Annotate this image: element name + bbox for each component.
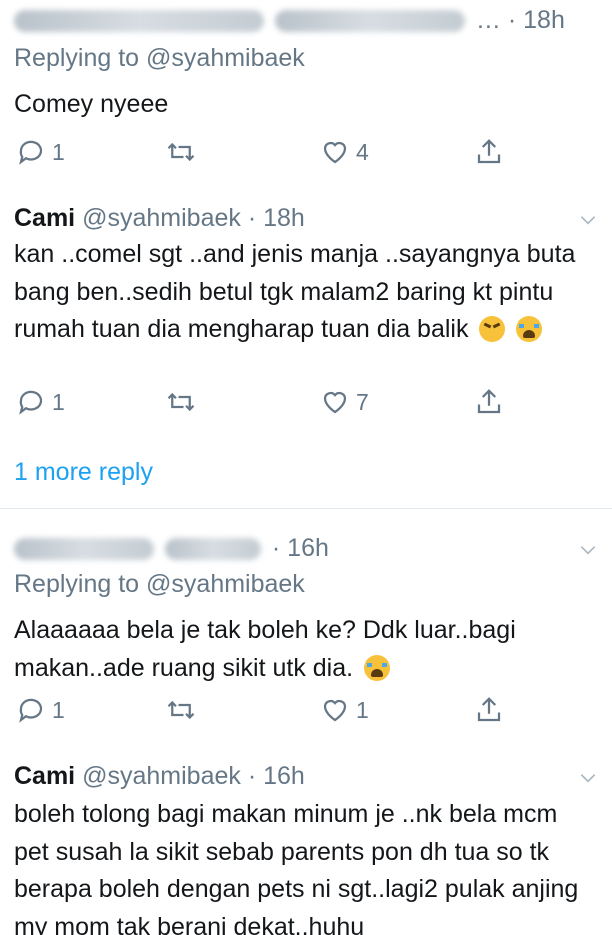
tweet-header: · 16h	[14, 534, 329, 563]
author-name[interactable]: Cami	[14, 762, 75, 790]
replying-to-handle[interactable]: @syahmibaek	[146, 44, 305, 72]
like-count: 7	[356, 388, 369, 415]
share-icon	[477, 139, 501, 164]
tweet-header: … · 18h	[14, 6, 565, 35]
heart-icon	[323, 141, 347, 164]
like-count: 1	[356, 696, 369, 723]
like-count: 4	[356, 138, 369, 165]
replying-to-label: Replying to	[14, 44, 140, 72]
reply-button[interactable]: 1	[16, 382, 65, 422]
replying-to: Replying to @syahmibaek	[14, 570, 305, 599]
tweet-text: boleh tolong bagi makan minum je ..nk be…	[14, 800, 579, 935]
tweet-text: Alaaaaaa bela je tak boleh ke? Ddk luar.…	[14, 612, 592, 687]
reply-count: 1	[52, 388, 65, 415]
reply-icon	[19, 390, 43, 415]
tweet-actions: 1 4	[0, 132, 612, 172]
tweet-time: · 18h	[247, 204, 305, 232]
heart-icon	[323, 391, 347, 414]
like-button[interactable]: 1	[320, 690, 369, 730]
share-button[interactable]	[474, 382, 504, 422]
blurred-username	[14, 538, 154, 561]
tweet-actions: 1 7	[0, 382, 612, 422]
chevron-down-icon[interactable]	[578, 540, 598, 560]
retweet-button[interactable]	[166, 690, 196, 730]
tweet-header: Cami @syahmibaek · 18h	[14, 204, 305, 233]
chevron-down-icon[interactable]	[578, 768, 598, 788]
blurred-username	[14, 10, 264, 33]
tweet-text-content: Alaaaaaa bela je tak boleh ke? Ddk luar.…	[14, 616, 516, 682]
share-icon	[477, 389, 501, 414]
ellipsis: …	[475, 6, 501, 34]
like-button[interactable]: 4	[320, 132, 369, 172]
retweet-icon	[167, 700, 195, 720]
tweet-time: · 16h	[271, 534, 329, 562]
share-icon	[477, 697, 501, 722]
share-button[interactable]	[474, 132, 504, 172]
author-handle[interactable]: @syahmibaek	[82, 762, 241, 790]
reply-icon	[19, 698, 43, 723]
heart-icon	[323, 699, 347, 722]
retweet-button[interactable]	[166, 132, 196, 172]
tweet-header: Cami @syahmibaek · 16h	[14, 762, 305, 791]
replying-to: Replying to @syahmibaek	[14, 44, 305, 73]
reply-button[interactable]: 1	[16, 132, 65, 172]
angry-face-icon	[479, 316, 506, 342]
like-button[interactable]: 7	[320, 382, 369, 422]
retweet-icon	[167, 142, 195, 162]
reply-count: 1	[52, 696, 65, 723]
tweet-text: Comey nyeee	[14, 90, 169, 118]
reply-icon	[19, 140, 43, 165]
reply-count: 1	[52, 138, 65, 165]
author-handle[interactable]: @syahmibaek	[82, 204, 241, 232]
more-replies-link[interactable]: 1 more reply	[14, 458, 153, 487]
crying-face-icon	[364, 654, 391, 681]
blurred-handle	[274, 10, 465, 33]
retweet-button[interactable]	[166, 382, 196, 422]
reply-button[interactable]: 1	[16, 690, 65, 730]
chevron-down-icon[interactable]	[578, 210, 598, 230]
tweet-actions: 1 1	[0, 690, 612, 730]
thread-divider	[0, 508, 612, 509]
replying-to-label: Replying to	[14, 570, 140, 598]
replying-to-handle[interactable]: @syahmibaek	[146, 570, 305, 598]
blurred-handle	[164, 538, 261, 561]
author-name[interactable]: Cami	[14, 204, 75, 232]
retweet-icon	[167, 392, 195, 412]
crying-face-icon	[516, 316, 543, 342]
tweet-time: · 16h	[247, 762, 305, 790]
tweet-time: · 18h	[507, 6, 565, 34]
tweet-text: kan ..comel sgt ..and jenis manja ..saya…	[14, 236, 592, 349]
share-button[interactable]	[474, 690, 504, 730]
